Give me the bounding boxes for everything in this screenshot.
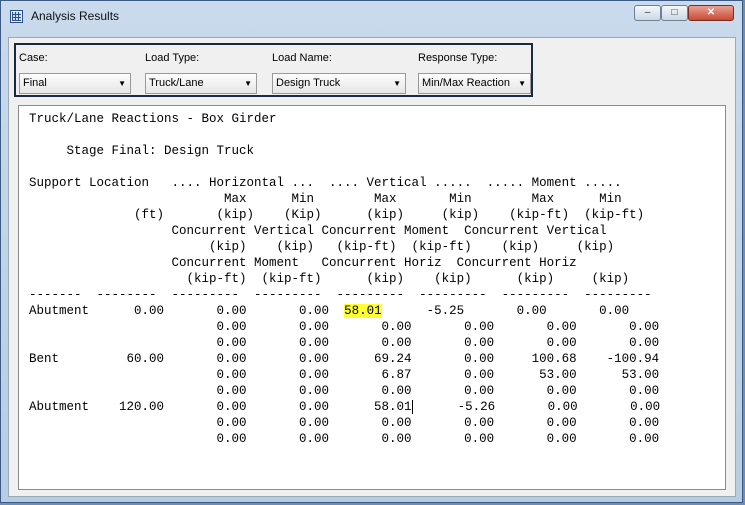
table-header-line: Concurrent Moment Concurrent Horiz Concu… [171,256,577,270]
maximize-button[interactable]: □ [661,5,688,21]
chevron-down-icon: ▼ [244,79,252,88]
load-name-dropdown[interactable]: Design Truck ▼ [272,73,406,94]
table-header-line: (kip-ft) (kip-ft) (kip) (kip) (kip) (kip… [186,272,630,286]
load-name-field: Load Name: Design Truck ▼ [272,52,406,94]
app-grid-icon [10,10,23,23]
title-bar[interactable]: Analysis Results – □ ✕ [1,1,742,31]
minimize-button[interactable]: – [634,5,661,21]
case-dropdown[interactable]: Final ▼ [19,73,131,94]
table-row-tail: -5.25 0.00 0.00 [381,304,630,318]
chevron-down-icon: ▼ [118,79,126,88]
case-label: Case: [19,52,48,64]
table-row-tail: -5.26 0.00 0.00 [412,400,661,414]
table-row: 0.00 0.00 0.00 0.00 0.00 0.00 [216,416,660,430]
load-type-value: Truck/Lane [149,77,204,89]
table-header-line: (kip) (kip) (kip-ft) (kip-ft) (kip) (kip… [209,240,615,254]
table-row: 0.00 0.00 6.87 0.00 53.00 53.00 [216,368,660,382]
table-header-line: Concurrent Vertical Concurrent Moment Co… [171,224,607,238]
table-header-line: ------- -------- --------- --------- ---… [29,288,652,302]
table-row: Bent 60.00 0.00 0.00 69.24 0.00 100.68 -… [29,352,660,366]
load-type-label: Load Type: [145,52,200,64]
case-value: Final [23,77,47,89]
table-header-line: (ft) (kip) (Kip) (kip) (kip) (kip-ft) (k… [134,208,645,222]
close-button[interactable]: ✕ [688,5,734,21]
report-content: Truck/Lane Reactions - Box Girder Stage … [29,111,660,447]
report-title: Truck/Lane Reactions - Box Girder [29,112,277,126]
selection-toolbar: Case: Final ▼ Load Type: Truck/Lane ▼ Lo… [14,43,533,97]
analysis-results-window: Analysis Results – □ ✕ Case: Final ▼ Loa… [0,0,743,503]
case-field: Case: Final ▼ [19,52,131,94]
response-type-dropdown[interactable]: Min/Max Reaction ▼ [418,73,531,94]
table-header-line: Max Min Max Min Max Min [224,192,622,206]
client-area: Case: Final ▼ Load Type: Truck/Lane ▼ Lo… [8,37,736,497]
table-row: Abutment 0.00 0.00 0.00 [29,304,345,318]
table-rows: 0.00 0.00 0.00 0.00 0.00 0.00 0.00 0.00 … [29,416,660,446]
load-type-dropdown[interactable]: Truck/Lane ▼ [145,73,257,94]
table-header-line: Support Location .... Horizontal ... ...… [29,176,622,190]
table-row: Abutment 120.00 0.00 0.00 58.01 [29,400,412,414]
table-row: 0.00 0.00 0.00 0.00 0.00 0.00 [29,432,660,446]
table-row: 0.00 0.00 0.00 0.00 0.00 0.00 [216,336,660,350]
report-text-area[interactable]: Truck/Lane Reactions - Box Girder Stage … [18,105,726,490]
table-rows: 0.00 0.00 0.00 0.00 0.00 0.00 0.00 0.00 … [29,320,659,398]
response-type-label: Response Type: [418,52,498,64]
chevron-down-icon: ▼ [518,79,526,88]
report-stage: Stage Final: Design Truck [66,144,255,158]
response-type-field: Response Type: Min/Max Reaction ▼ [418,52,531,94]
table-row: 0.00 0.00 0.00 0.00 0.00 0.00 [216,320,660,334]
load-name-label: Load Name: [272,52,332,64]
window-title: Analysis Results [31,9,120,23]
highlighted-value: 58.01 [344,304,382,318]
table-headers: Support Location .... Horizontal ... ...… [29,176,652,302]
response-type-value: Min/Max Reaction [422,77,511,89]
load-name-value: Design Truck [276,77,341,89]
load-type-field: Load Type: Truck/Lane ▼ [145,52,257,94]
chevron-down-icon: ▼ [393,79,401,88]
table-row: 0.00 0.00 0.00 0.00 0.00 0.00 [29,384,660,398]
